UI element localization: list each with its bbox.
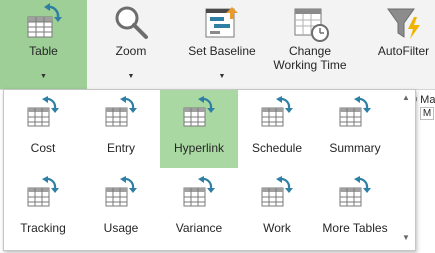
table-label: Table bbox=[29, 44, 58, 58]
gallery-label: More Tables bbox=[322, 221, 388, 235]
zoom-button[interactable]: Zoom ▼ bbox=[96, 0, 166, 89]
set-baseline-button[interactable]: Set Baseline ▼ bbox=[182, 0, 262, 89]
gallery-item-schedule[interactable]: Schedule bbox=[238, 90, 316, 168]
chevron-down-icon: ▼ bbox=[127, 73, 135, 80]
gallery-label: Summary bbox=[329, 141, 381, 155]
change-working-time-button[interactable]: Change Working Time bbox=[268, 0, 352, 89]
table-icon bbox=[27, 3, 62, 38]
baseline-icon bbox=[205, 7, 238, 38]
filter-icon bbox=[386, 8, 420, 39]
gallery-label: Cost bbox=[30, 141, 56, 155]
gallery-label: Tracking bbox=[20, 221, 66, 235]
chevron-down-icon: ▼ bbox=[218, 73, 226, 80]
table-gallery-dropdown: Cost Entry Hyperlink Schedule Summary Tr… bbox=[3, 89, 416, 251]
change-working-time-label: Change Working Time bbox=[268, 44, 352, 72]
gallery-label: Entry bbox=[106, 141, 135, 155]
gallery-item-cost[interactable]: Cost bbox=[4, 90, 82, 168]
gallery-scrollbar[interactable]: ▲ ▼ bbox=[399, 90, 415, 250]
gallery-label: Hyperlink bbox=[173, 141, 224, 155]
table-icon bbox=[183, 96, 215, 127]
gallery-label: Variance bbox=[175, 221, 223, 235]
gallery-item-variance[interactable]: Variance bbox=[160, 170, 238, 248]
change-working-time-line1: Change bbox=[288, 44, 332, 58]
table-icon bbox=[105, 176, 137, 207]
timescale-day-cell: M bbox=[420, 107, 434, 120]
gallery-item-work[interactable]: Work bbox=[238, 170, 316, 248]
gallery-label: Work bbox=[263, 221, 291, 235]
table-icon bbox=[339, 176, 371, 207]
autofilter-button[interactable]: AutoFilter bbox=[372, 0, 435, 89]
scroll-up-icon[interactable]: ▲ bbox=[402, 93, 410, 102]
gallery-item-summary[interactable]: Summary bbox=[316, 90, 394, 168]
gallery-item-usage[interactable]: Usage bbox=[82, 170, 160, 248]
calendar-clock-icon bbox=[294, 8, 329, 42]
zoom-label: Zoom bbox=[115, 44, 147, 58]
gallery-item-entry[interactable]: Entry bbox=[82, 90, 160, 168]
scroll-down-icon[interactable]: ▼ bbox=[402, 233, 410, 242]
table-button[interactable]: Table ▼ bbox=[0, 0, 87, 89]
table-icon bbox=[339, 96, 371, 127]
table-icon bbox=[261, 176, 293, 207]
table-icon bbox=[183, 176, 215, 207]
table-icon bbox=[105, 96, 137, 127]
table-icon bbox=[27, 176, 59, 207]
autofilter-label: AutoFilter bbox=[377, 44, 430, 58]
ribbon: Table ▼ Zoom ▼ Set Baseline ▼ Change Wor… bbox=[0, 0, 435, 90]
gallery-item-more-tables[interactable]: More Tables bbox=[316, 170, 394, 248]
gallery-item-tracking[interactable]: Tracking bbox=[4, 170, 82, 248]
gallery-label: Usage bbox=[103, 221, 139, 235]
change-working-time-line2: Working Time bbox=[273, 58, 347, 72]
gallery-label: Schedule bbox=[251, 141, 303, 155]
magnifier-icon bbox=[115, 6, 148, 39]
table-icon bbox=[261, 96, 293, 127]
chevron-down-icon: ▼ bbox=[40, 73, 47, 80]
table-icon bbox=[27, 96, 59, 127]
gallery-item-hyperlink[interactable]: Hyperlink bbox=[160, 90, 238, 168]
set-baseline-label: Set Baseline bbox=[188, 44, 256, 58]
